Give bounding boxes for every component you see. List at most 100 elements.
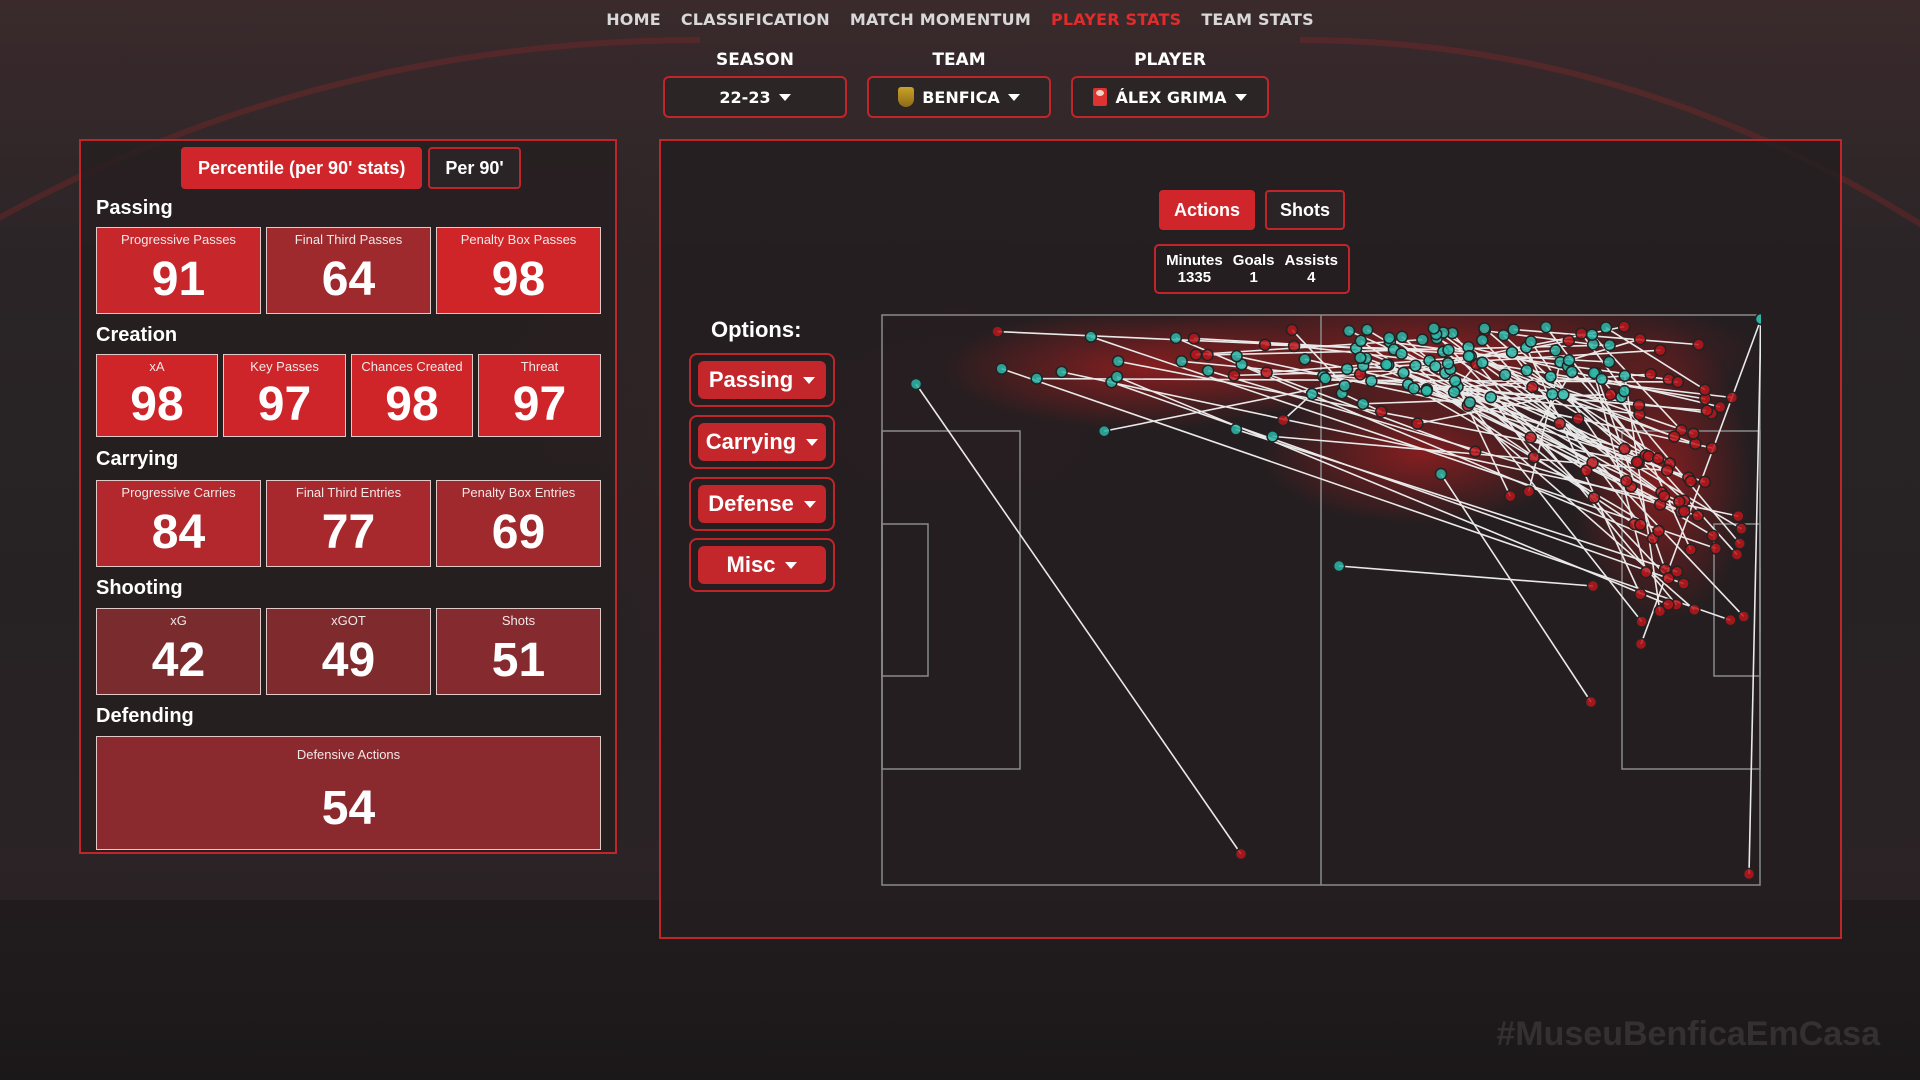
- stat-card-value: 49: [321, 634, 376, 687]
- action-start-marker: [1420, 384, 1433, 398]
- per90-button[interactable]: Per 90': [428, 147, 521, 189]
- action-end-marker: [1688, 603, 1701, 617]
- tab-shots[interactable]: Shots: [1265, 190, 1346, 230]
- section-title-creation: Creation: [96, 324, 178, 346]
- action-end-marker: [1276, 413, 1290, 427]
- action-start-marker: [1382, 331, 1396, 345]
- stat-card-value: 91: [151, 253, 206, 306]
- nav-team-stats[interactable]: TEAM STATS: [1201, 10, 1314, 29]
- stat-card-chances-created: Chances Created 98: [351, 354, 473, 437]
- action-start-marker: [1416, 333, 1429, 346]
- option-carrying-dropdown[interactable]: Carrying: [689, 415, 835, 469]
- action-start-marker: [1476, 356, 1489, 369]
- summary-label: Assists: [1284, 252, 1338, 269]
- action-start-marker: [1397, 366, 1410, 380]
- stat-card-value: 98: [130, 378, 184, 431]
- action-start-marker: [1354, 351, 1367, 365]
- season-dropdown[interactable]: 22-23: [663, 76, 847, 118]
- action-tabs: Actions Shots: [1159, 190, 1346, 230]
- team-dropdown[interactable]: BENFICA: [867, 76, 1051, 118]
- stat-card-threat: Threat 97: [478, 354, 601, 437]
- option-label: Misc: [726, 552, 776, 577]
- action-end-marker: [1677, 577, 1690, 590]
- action-end-marker: [1687, 427, 1700, 440]
- section-title-defending: Defending: [96, 705, 194, 727]
- stat-card-value: 51: [491, 634, 546, 687]
- stat-card-label: Final Third Entries: [295, 485, 402, 500]
- action-start-marker: [1595, 372, 1608, 386]
- action-start-marker: [1585, 328, 1599, 341]
- action-end-marker: [1677, 505, 1691, 518]
- team-selector: TEAM BENFICA: [867, 50, 1051, 118]
- action-start-marker: [1497, 328, 1510, 342]
- action-start-marker: [1524, 335, 1538, 348]
- nav-match-momentum[interactable]: MATCH MOMENTUM: [850, 10, 1031, 29]
- player-dropdown[interactable]: ÁLEX GRIMA: [1071, 76, 1269, 118]
- action-end-marker: [1522, 485, 1536, 498]
- chevron-down-icon: [806, 438, 819, 446]
- action-end-marker: [1571, 412, 1585, 426]
- action-start-marker: [1356, 397, 1370, 411]
- stat-card-value: 97: [257, 378, 312, 431]
- stat-card-penalty-box-entries: Penalty Box Entries 69: [436, 480, 601, 567]
- nav-player-stats[interactable]: PLAYER STATS: [1051, 10, 1181, 29]
- stat-card-label: Penalty Box Entries: [461, 485, 576, 500]
- action-end-marker: [1639, 566, 1653, 579]
- nav-classification[interactable]: CLASSIFICATION: [681, 10, 830, 29]
- action-end-marker: [1657, 489, 1671, 503]
- action-start-marker: [1557, 388, 1570, 401]
- option-misc-dropdown[interactable]: Misc: [689, 538, 835, 592]
- chevron-down-icon: [778, 93, 791, 101]
- nav-home[interactable]: HOME: [606, 10, 661, 29]
- season-value: 22-23: [719, 87, 771, 107]
- action-start-marker: [1484, 391, 1498, 404]
- action-end-marker: [1635, 615, 1648, 628]
- action-end-marker: [1584, 695, 1598, 709]
- action-end-marker: [1671, 375, 1685, 389]
- action-end-marker: [1634, 637, 1648, 651]
- action-end-marker: [1634, 518, 1647, 532]
- stat-card-label: Chances Created: [361, 359, 463, 374]
- action-start-marker: [1498, 368, 1512, 382]
- stat-card-label: Progressive Passes: [121, 232, 236, 247]
- action-end-marker: [1580, 464, 1593, 477]
- tab-actions[interactable]: Actions: [1159, 190, 1256, 230]
- stat-card-penalty-box-passes: Penalty Box Passes 98: [436, 227, 601, 314]
- action-start-marker: [1520, 364, 1533, 377]
- action-start-marker: [1298, 352, 1312, 366]
- summary-label: Minutes: [1166, 252, 1223, 269]
- action-start-marker: [1395, 330, 1409, 343]
- summary-label: Goals: [1232, 252, 1275, 269]
- action-start-marker: [995, 362, 1008, 375]
- stat-card-value: 97: [512, 378, 567, 431]
- action-end-marker: [1524, 431, 1537, 444]
- option-defense-dropdown[interactable]: Defense: [689, 477, 835, 531]
- stat-card-value: 54: [321, 782, 376, 835]
- action-end-marker: [1705, 441, 1719, 455]
- action-end-marker: [1742, 867, 1756, 881]
- player-stats-panel: Percentile (per 90' stats) Per 90' Passi…: [79, 139, 617, 854]
- action-end-marker: [1227, 369, 1241, 382]
- player-photo-icon: [1093, 88, 1108, 106]
- option-passing-dropdown[interactable]: Passing: [689, 353, 835, 407]
- stat-card-label: Threat: [520, 359, 559, 374]
- stat-card-value: 98: [385, 378, 439, 431]
- action-end-marker: [1660, 464, 1674, 477]
- season-label: SEASON: [716, 50, 794, 70]
- summary-value: 4: [1307, 269, 1316, 286]
- action-end-marker: [1713, 400, 1727, 414]
- action-end-marker: [1692, 338, 1705, 351]
- action-start-marker: [1340, 362, 1354, 376]
- summary-minutes: Minutes 1335: [1166, 252, 1223, 286]
- stat-card-label: Final Third Passes: [294, 232, 403, 247]
- action-end-marker: [1667, 430, 1681, 443]
- section-title-carrying: Carrying: [96, 448, 179, 470]
- stat-card-value: 98: [491, 253, 546, 306]
- stat-card-progressive-passes: Progressive Passes 91: [96, 227, 261, 314]
- action-end-marker: [1469, 445, 1482, 458]
- action-start-marker: [1546, 387, 1559, 401]
- action-end-marker: [1651, 452, 1665, 465]
- percentile-button[interactable]: Percentile (per 90' stats): [181, 147, 423, 189]
- chevron-down-icon: [1007, 93, 1020, 101]
- action-end-marker: [1604, 388, 1617, 401]
